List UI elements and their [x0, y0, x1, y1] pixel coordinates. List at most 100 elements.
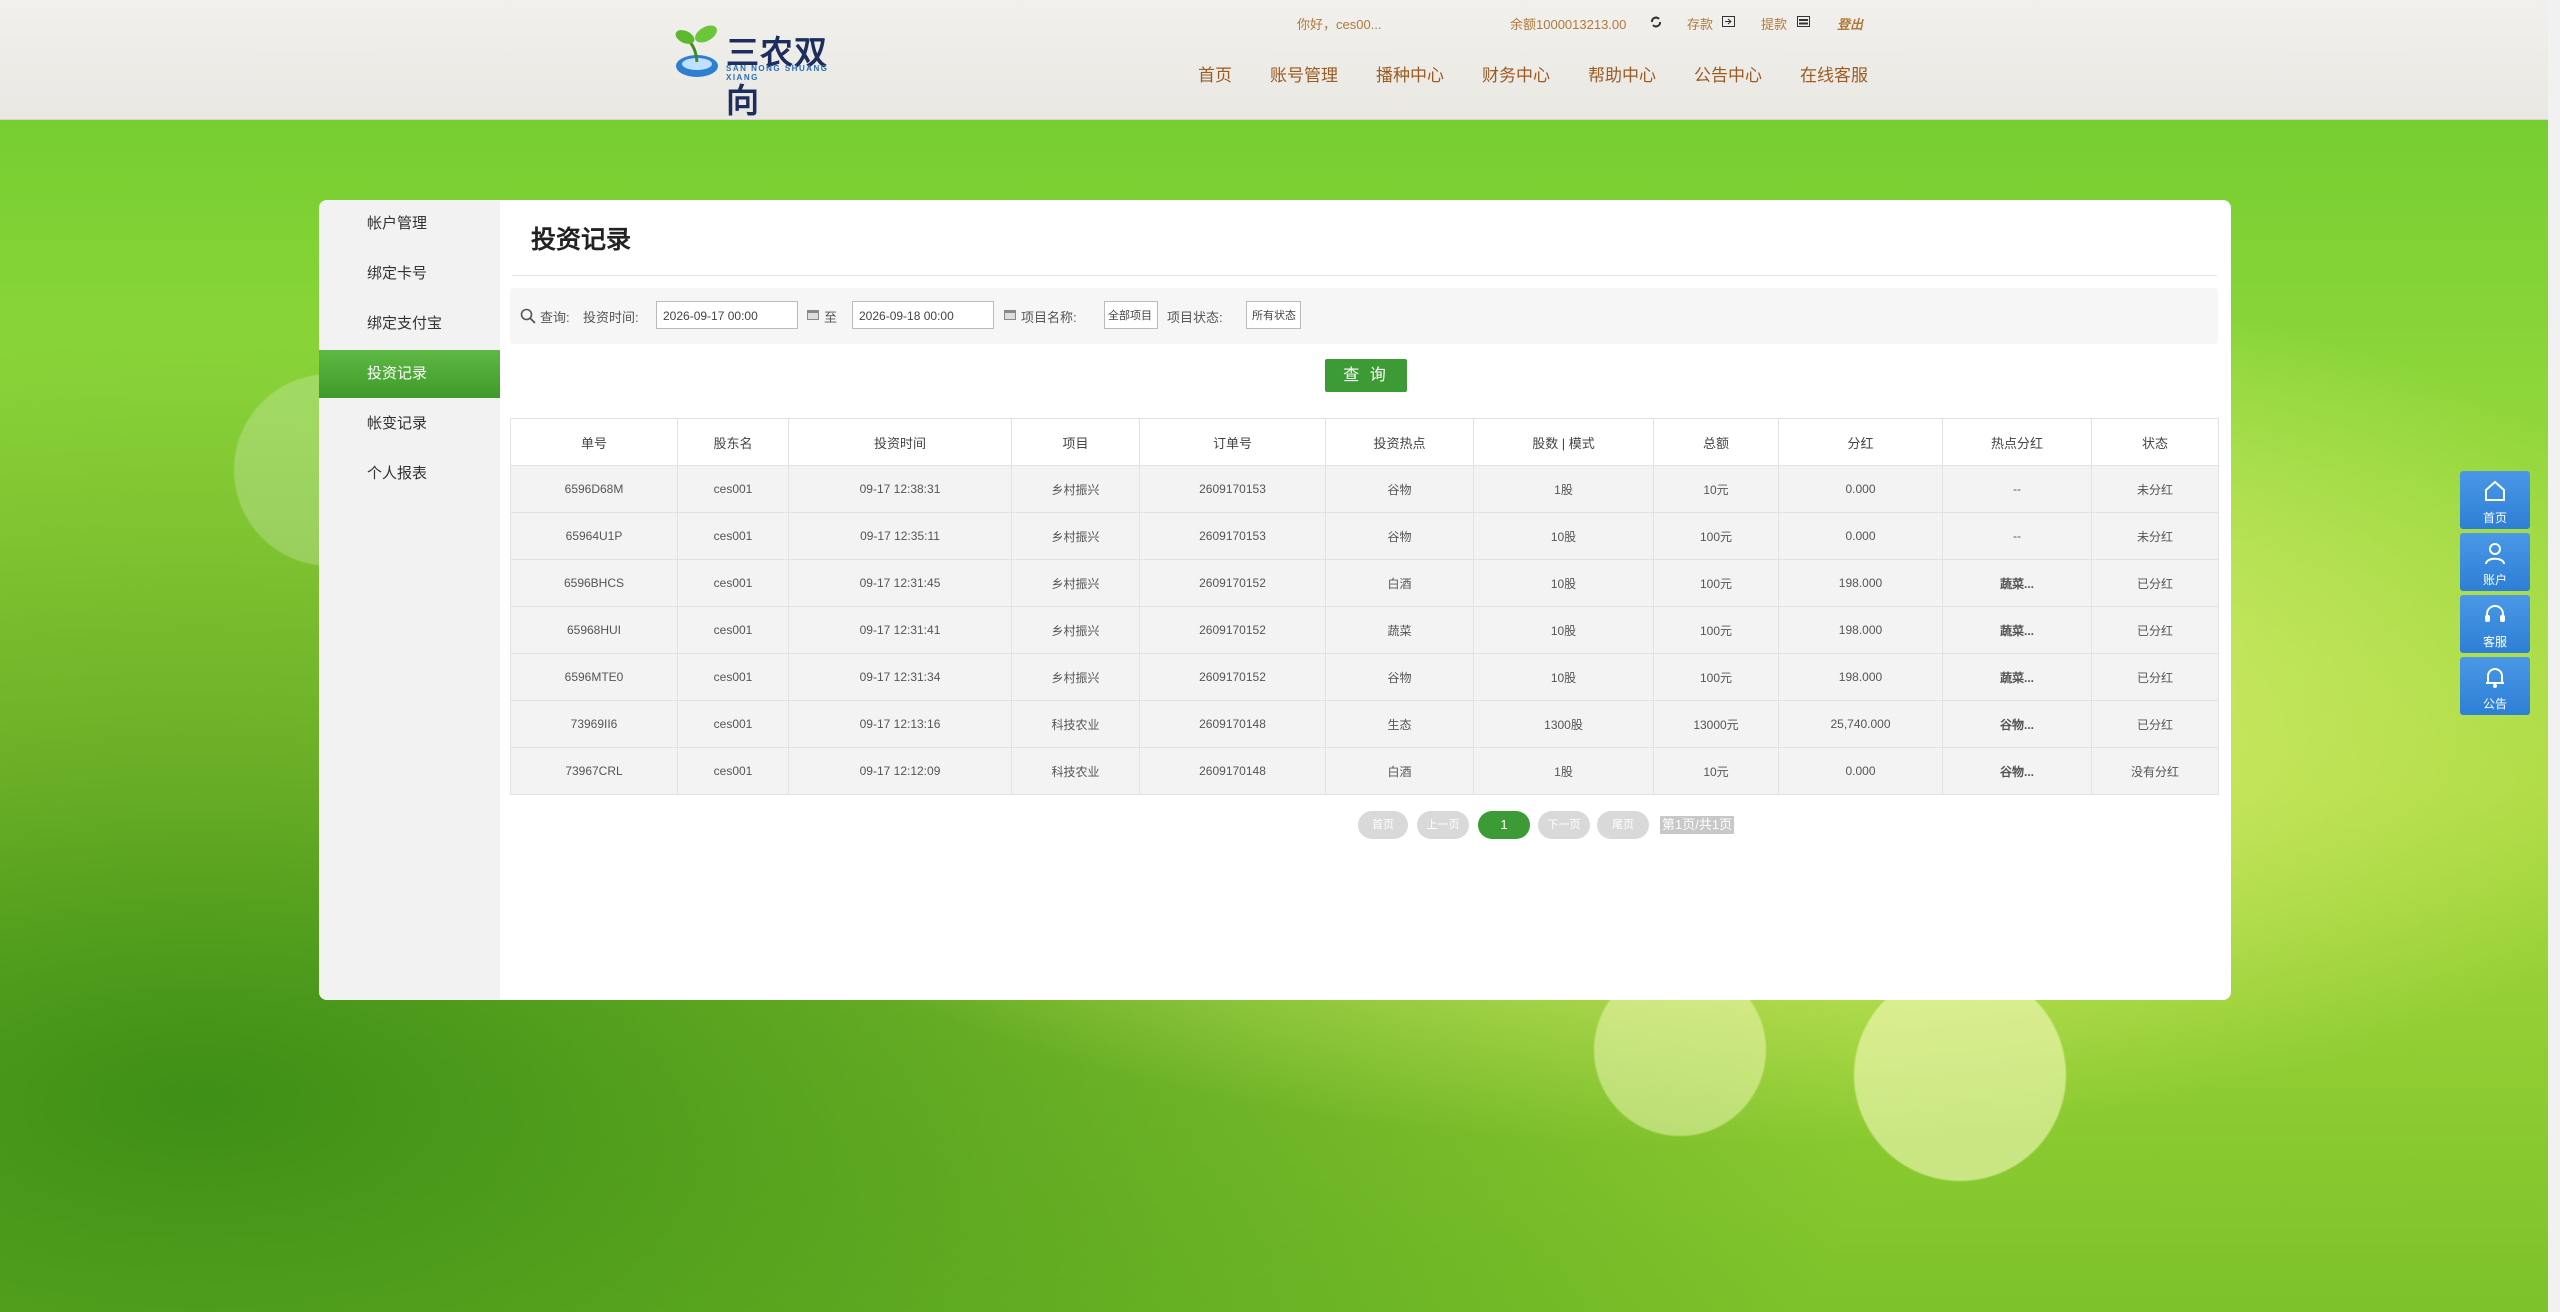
site-logo[interactable]: 三农双向 SAN NONG SHUANG XIANG [674, 24, 854, 119]
withdraw-icon [1797, 16, 1810, 27]
deposit-link[interactable]: 存款 [1687, 14, 1713, 33]
sidebar-item-account-management[interactable]: 帐户管理 [319, 200, 500, 248]
nav-help-center[interactable]: 帮助中心 [1588, 61, 1656, 86]
cell-invest-time: 09-17 12:31:41 [788, 606, 1012, 654]
col-total: 总额 [1653, 418, 1779, 466]
last-page-button[interactable]: 尾页 [1597, 811, 1649, 839]
next-page-button[interactable]: 下一页 [1538, 811, 1590, 839]
float-label: 账户 [2482, 573, 2507, 587]
investment-table: 单号 股东名 投资时间 项目 订单号 投资热点 股数 | 模式 总额 分红 热点… [510, 418, 2219, 795]
status-select[interactable]: 所有状态 [1246, 301, 1301, 329]
cell-order-no: 65968HUI [510, 606, 678, 654]
cell-shares-mode: 1股 [1473, 465, 1654, 513]
sidebar-item-label: 个人报表 [367, 465, 428, 482]
table-body: 6596D68M ces001 09-17 12:38:31 乡村振兴 26091701… [510, 465, 2219, 795]
cell-total: 10元 [1653, 747, 1779, 795]
project-name-label: 项目名称: [1021, 310, 1077, 325]
cell-shareholder: ces001 [677, 606, 789, 654]
cell-project: 科技农业 [1011, 700, 1140, 748]
cell-hotspot: 白酒 [1325, 747, 1474, 795]
cell-order-number: 2609170152 [1139, 559, 1326, 607]
greeting-text: 你好，ces00... [1297, 17, 1382, 32]
nav-account[interactable]: 账号管理 [1270, 61, 1338, 86]
nav-home[interactable]: 首页 [1198, 61, 1232, 86]
table-row: 6596D68M ces001 09-17 12:38:31 乡村振兴 26091701… [510, 465, 2219, 513]
calendar-icon[interactable] [1004, 309, 1016, 320]
float-service-button[interactable]: 客服 [2460, 595, 2530, 653]
logo-subtitle: SAN NONG SHUANG XIANG [726, 64, 829, 82]
cell-invest-time: 09-17 12:12:09 [788, 747, 1012, 795]
cell-order-no: 73969II6 [510, 700, 678, 748]
end-date-input[interactable]: 2026-09-18 00:00 [852, 301, 994, 329]
float-label: 客服 [2482, 635, 2507, 649]
refresh-icon[interactable] [1650, 16, 1662, 28]
sidebar-item-transaction-records[interactable]: 帐变记录 [319, 400, 500, 448]
cell-invest-time: 09-17 12:38:31 [788, 465, 1012, 513]
cell-dividend: 25,740.000 [1778, 700, 1943, 748]
sidebar: 帐户管理 绑定卡号 绑定支付宝 投资记录 帐变记录 个人报表 [319, 200, 500, 1000]
logout-link[interactable]: 登出 [1837, 14, 1863, 33]
nav-finance-center[interactable]: 财务中心 [1482, 61, 1550, 86]
calendar-icon[interactable] [807, 309, 819, 320]
home-icon [2485, 480, 2505, 501]
cell-status: 未分红 [2091, 512, 2219, 560]
cell-shares-mode: 10股 [1473, 606, 1654, 654]
cell-shareholder: ces001 [677, 653, 789, 701]
nav-online-service[interactable]: 在线客服 [1800, 61, 1868, 86]
cell-shareholder: ces001 [677, 700, 789, 748]
sidebar-item-investment-records[interactable]: 投资记录 [319, 350, 500, 398]
cell-shares-mode: 10股 [1473, 512, 1654, 560]
current-page-button[interactable]: 1 [1478, 811, 1530, 839]
sidebar-item-bind-alipay[interactable]: 绑定支付宝 [319, 300, 500, 348]
start-date-input[interactable]: 2026-09-17 00:00 [656, 301, 798, 329]
prev-page-button[interactable]: 上一页 [1417, 811, 1469, 839]
cell-status: 已分红 [2091, 700, 2219, 748]
float-account-button[interactable]: 账户 [2460, 533, 2530, 591]
page-scrollbar[interactable] [2548, 0, 2560, 1312]
cell-invest-time: 09-17 12:31:34 [788, 653, 1012, 701]
sidebar-item-bind-card[interactable]: 绑定卡号 [319, 250, 500, 298]
cell-dividend: 0.000 [1778, 512, 1943, 560]
cell-shares-mode: 10股 [1473, 653, 1654, 701]
float-label: 公告 [2482, 697, 2507, 711]
content-area: 投资记录 查询: 投资时间: 2026-09-17 00:00 至 2026-0… [500, 200, 2231, 1000]
sidebar-item-label: 帐变记录 [367, 415, 428, 432]
withdraw-link[interactable]: 提款 [1761, 14, 1787, 33]
cell-order-number: 2609170153 [1139, 465, 1326, 513]
cell-shareholder: ces001 [677, 559, 789, 607]
cell-order-number: 2609170148 [1139, 747, 1326, 795]
cell-hotspot: 谷物 [1325, 653, 1474, 701]
table-row: 73967CRL ces001 09-17 12:12:09 科技农业 26091701… [510, 747, 2219, 795]
sidebar-item-personal-report[interactable]: 个人报表 [319, 450, 500, 498]
cell-project: 科技农业 [1011, 747, 1140, 795]
float-label: 首页 [2482, 511, 2507, 525]
nav-notice-center[interactable]: 公告中心 [1694, 61, 1762, 86]
cell-hotspot-dividend: 谷物... [1942, 700, 2092, 748]
float-notice-button[interactable]: 公告 [2460, 657, 2530, 715]
first-page-button[interactable]: 首页 [1358, 811, 1408, 839]
cell-order-no: 6596D68M [510, 465, 678, 513]
cell-dividend: 0.000 [1778, 747, 1943, 795]
col-invest-time: 投资时间 [788, 418, 1012, 466]
title-divider [512, 275, 2217, 276]
sidebar-item-label: 绑定支付宝 [367, 315, 443, 332]
project-select[interactable]: 全部项目 [1104, 301, 1158, 329]
logo-sprout-icon [675, 25, 718, 77]
float-home-button[interactable]: 首页 [2460, 471, 2530, 529]
to-label: 至 [824, 310, 838, 325]
cell-status: 已分红 [2091, 606, 2219, 654]
query-button[interactable]: 查 询 [1325, 359, 1407, 392]
cell-shareholder: ces001 [677, 465, 789, 513]
page-title: 投资记录 [531, 226, 632, 254]
cell-order-no: 73967CRL [510, 747, 678, 795]
cell-total: 100元 [1653, 653, 1779, 701]
bell-icon [2486, 668, 2504, 688]
sidebar-item-label: 绑定卡号 [367, 265, 428, 282]
cell-total: 13000元 [1653, 700, 1779, 748]
cell-order-number: 2609170148 [1139, 700, 1326, 748]
cell-hotspot: 谷物 [1325, 512, 1474, 560]
nav-planting-center[interactable]: 播种中心 [1376, 61, 1444, 86]
sidebar-item-label: 投资记录 [367, 365, 428, 382]
cell-order-number: 2609170153 [1139, 512, 1326, 560]
col-status: 状态 [2091, 418, 2219, 466]
